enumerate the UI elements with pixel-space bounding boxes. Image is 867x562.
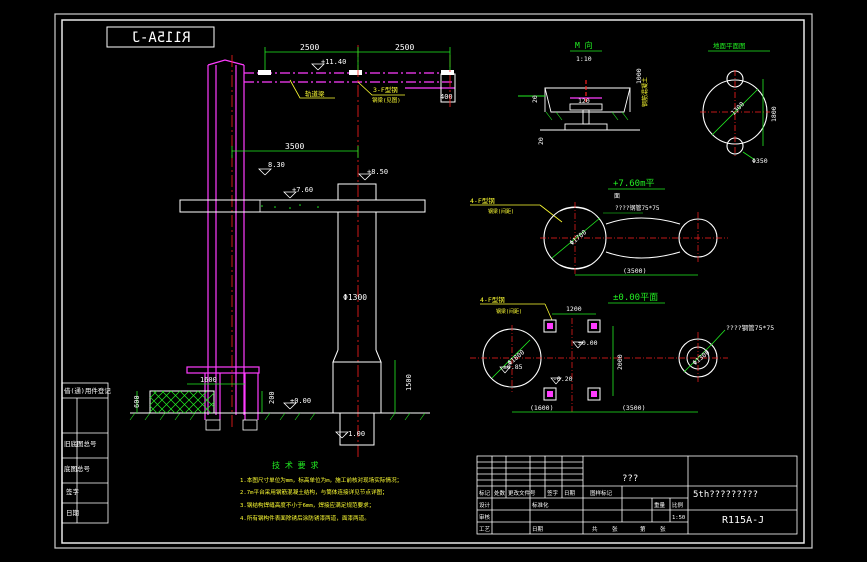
stamp-label-1: 借(通)用件登记 — [64, 386, 111, 395]
secm-dim-20b: 20 — [537, 137, 545, 145]
cad-viewport[interactable]: R115A-J 借(通)用件登记 旧底图总号 底图总号 签字 日期 400 25… — [0, 0, 867, 562]
tb-r2-7: 比例 — [672, 501, 684, 509]
anchor-dim-1800: 1800 — [770, 106, 778, 122]
tb-r4-7: 第 — [640, 525, 646, 533]
tb-main: ??? — [622, 474, 638, 484]
tb-h1: 标记 — [479, 489, 491, 497]
tb-r3-7: 1:50 — [672, 515, 685, 521]
notes-title: 技 术 要 求 — [272, 460, 318, 470]
elev-level-760: +7.60 — [292, 186, 313, 194]
elev-dim-400: 400 — [440, 93, 453, 101]
elev-dim-2500-right: 2500 — [395, 43, 414, 52]
sheet-background — [54, 13, 813, 549]
p000-label-left: 4-F型钢 — [480, 295, 505, 304]
note-2: 2.7m平台采用钢筋混凝土结构，与筒体连接详见节点详图； — [240, 488, 388, 496]
anchor-dim-350: Φ350 — [752, 157, 768, 165]
elev-label-beam: 3-F型钢 — [373, 85, 398, 94]
secm-scale: 1:10 — [576, 55, 592, 63]
tb-r4-6: 张 — [612, 525, 618, 533]
tb-r2-1: 设计 — [479, 501, 491, 509]
tb-h4: 签字 — [547, 489, 559, 497]
tb-r4-3: 日期 — [532, 526, 544, 533]
p000-level-000: ±0.00 — [578, 339, 598, 347]
p000-label-left-note: 钢梁(间距) — [496, 308, 522, 315]
tb-h2: 处数 — [494, 489, 506, 497]
p760-title: +7.60m平 — [613, 178, 655, 189]
stamp-label-2: 旧底图总号 — [64, 439, 97, 448]
tb-name: 5th????????? — [693, 490, 758, 500]
tb-r2-3: 标准化 — [532, 501, 549, 509]
p760-scale: 面 — [614, 193, 620, 200]
elev-dim-200: 200 — [268, 391, 276, 404]
elev-level-m100: -1.00 — [344, 430, 365, 438]
p000-level-m020: -0.20 — [553, 375, 573, 383]
note-3: 3.钢结构焊缝高度不小于6mm，焊接应满足规范要求； — [240, 501, 374, 509]
drawing-canvas: R115A-J 借(通)用件登记 旧底图总号 底图总号 签字 日期 400 25… — [54, 13, 813, 549]
elev-label-rail: 轨道梁 — [305, 89, 325, 98]
elev-dim-600: 600 — [133, 395, 141, 408]
code-box: R115A-J — [106, 26, 215, 48]
secm-dim-1000: 1000 — [635, 68, 643, 84]
tb-r4-5: 共 — [592, 525, 598, 533]
note-4: 4.所有钢构件表面除锈后涂防锈漆两道，面漆两道。 — [240, 514, 370, 522]
p760-note-right: ????钢管75*75 — [615, 204, 660, 212]
elev-level-000: ±0.00 — [290, 397, 311, 405]
stamp-label-3: 底图总号 — [64, 464, 91, 473]
tb-r3-1: 审核 — [479, 513, 491, 521]
p000-dim-2000: 2000 — [616, 354, 624, 370]
p000-title: ±0.00平面 — [613, 292, 658, 303]
p760-label-left: 4-F型钢 — [470, 196, 495, 205]
tb-h3: 更改文件号 — [508, 489, 536, 497]
elev-label-beam-note: 钢梁(见图) — [372, 96, 401, 104]
elev-dim-3500: 3500 — [285, 142, 304, 151]
elev-level-830: 8.30 — [268, 161, 285, 169]
elev-level-1140: +11.40 — [321, 58, 346, 66]
stamp-label-4: 签字 — [66, 487, 80, 496]
code-mirrored: R115A-J — [131, 30, 190, 46]
note-1: 1.本图尺寸单位为mm，标高单位为m，施工前核对现场实际情况； — [240, 476, 402, 484]
elev-dim-1500: 1500 — [405, 374, 413, 391]
p000-dim-1600: (1600) — [530, 404, 553, 412]
tb-r4-1: 工艺 — [479, 526, 491, 533]
secm-title: M 向 — [575, 40, 593, 50]
secm-dim-120: 120 — [578, 97, 590, 105]
elev-dim-2500-left: 2500 — [300, 43, 319, 52]
stamp-label-5: 日期 — [66, 509, 80, 517]
elev-dim-1600: 1600 — [200, 376, 217, 384]
tb-code: R115A-J — [722, 515, 764, 526]
tb-r2-6: 重量 — [654, 501, 666, 509]
tb-r4-8: 张 — [660, 525, 666, 533]
tb-h5: 日期 — [564, 490, 576, 497]
p000-note-right: ????钢管75*75 — [726, 323, 774, 332]
p000-dim-1200: 1200 — [566, 305, 582, 313]
secm-dim-20a: 20 — [531, 95, 539, 103]
anchor-title: 地面平面图 — [713, 41, 746, 50]
p000-dim-3500: (3500) — [622, 404, 645, 412]
elev-level-850: +8.50 — [367, 168, 388, 176]
p760-label-left-note: 钢梁(间距) — [488, 208, 514, 215]
elev-dia-1300: Φ1300 — [343, 293, 367, 302]
tb-r2-5: 图样标记 — [590, 489, 613, 497]
p760-dim-3500: (3500) — [623, 267, 646, 275]
